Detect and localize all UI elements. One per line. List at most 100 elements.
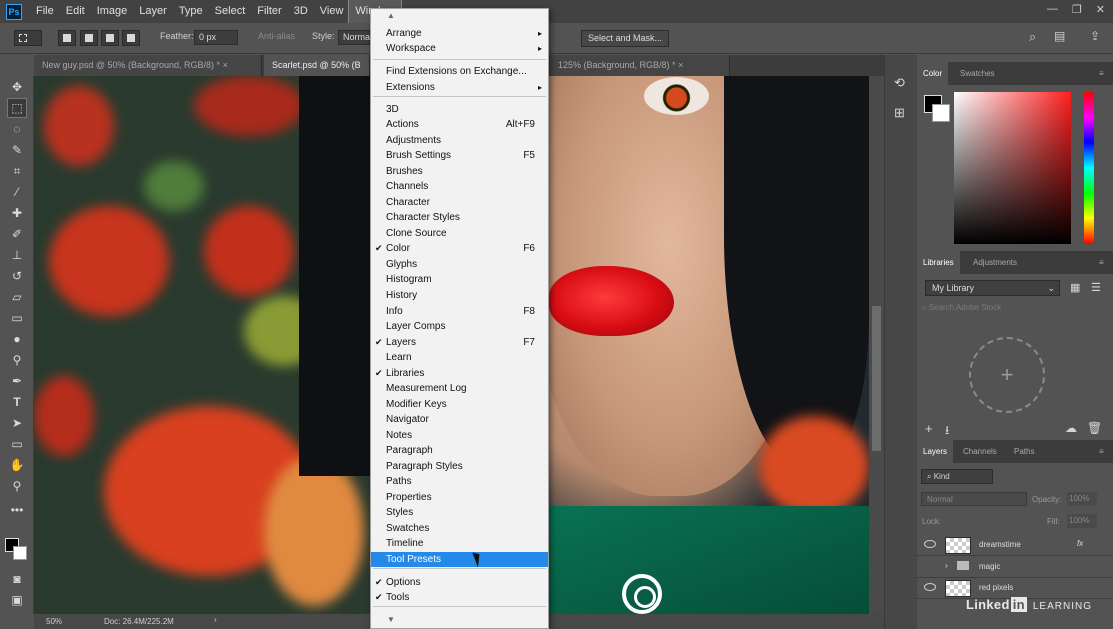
list-view-icon[interactable]: ☰ — [1091, 281, 1101, 294]
status-arrow-icon[interactable]: › — [214, 615, 217, 624]
more-tools-icon[interactable]: ••• — [8, 501, 26, 519]
layer-row[interactable]: dreamstime fx — [917, 535, 1113, 556]
menu-item-extensions[interactable]: Extensions ▸ — [371, 80, 548, 95]
menu-item-learn[interactable]: Learn — [371, 350, 548, 365]
eyedropper-tool-icon[interactable]: ⁄ — [8, 183, 26, 201]
workspace-icon[interactable]: ▤ — [1054, 29, 1065, 43]
menu-item-channels[interactable]: Channels — [371, 179, 548, 194]
menu-item-histogram[interactable]: Histogram — [371, 272, 548, 287]
menu-item-info[interactable]: Info F8 — [371, 304, 548, 319]
background-color-swatch[interactable] — [13, 546, 27, 560]
quick-mask-icon[interactable]: ◙ — [8, 570, 26, 588]
menu-type[interactable]: Type — [173, 0, 209, 23]
layer-filter-select[interactable]: ⌕ Kind — [921, 469, 993, 484]
menu-item-measurement-log[interactable]: Measurement Log — [371, 381, 548, 396]
menu-item-styles[interactable]: Styles — [371, 505, 548, 520]
menu-item-brushes[interactable]: Brushes — [371, 164, 548, 179]
trash-icon[interactable]: 🗑 — [1087, 421, 1102, 435]
menu-item-timeline[interactable]: Timeline — [371, 536, 548, 551]
blend-mode-select[interactable]: Normal — [921, 492, 1027, 506]
menu-item-paragraph[interactable]: Paragraph — [371, 443, 548, 458]
close-icon[interactable]: ✕ — [1096, 3, 1105, 16]
tab-paths[interactable]: Paths — [1008, 440, 1040, 463]
upload-icon[interactable]: ⭳ — [945, 421, 949, 442]
menu-item-find-extensions-on-exchange[interactable]: Find Extensions on Exchange... — [371, 64, 548, 79]
menu-item-character[interactable]: Character — [371, 195, 548, 210]
menu-scroll-up-icon[interactable]: ▲ — [387, 11, 395, 20]
menu-item-workspace[interactable]: Workspace ▸ — [371, 41, 548, 56]
menu-filter[interactable]: Filter — [251, 0, 287, 23]
menu-3d[interactable]: 3D — [288, 0, 314, 23]
new-selection-icon[interactable] — [58, 30, 76, 46]
tab-layers[interactable]: Layers — [917, 440, 954, 463]
path-select-tool-icon[interactable]: ➤ — [8, 414, 26, 432]
menu-view[interactable]: View — [314, 0, 350, 23]
cloud-sync-icon[interactable]: ☁ — [1065, 421, 1077, 435]
tab-adjustments[interactable]: Adjustments — [967, 251, 1023, 274]
minimize-icon[interactable]: — — [1047, 3, 1058, 16]
pen-tool-icon[interactable]: ✒ — [8, 372, 26, 390]
blur-tool-icon[interactable]: ● — [8, 330, 26, 348]
subtract-selection-icon[interactable] — [101, 30, 119, 46]
panel-menu-icon[interactable]: ≡ — [1093, 62, 1110, 85]
tab-libraries[interactable]: Libraries — [917, 251, 960, 274]
menu-item-3d[interactable]: 3D — [371, 102, 548, 117]
menu-item-color[interactable]: ✔ Color F6 — [371, 241, 548, 256]
marquee-preset-button[interactable] — [14, 30, 42, 46]
library-add-icon[interactable]: + — [969, 337, 1045, 413]
brush-tool-icon[interactable]: ✐ — [8, 225, 26, 243]
menu-item-arrange[interactable]: Arrange ▸ — [371, 26, 548, 41]
healing-brush-tool-icon[interactable]: ✚ — [8, 204, 26, 222]
history-brush-tool-icon[interactable]: ↺ — [8, 267, 26, 285]
crop-tool-icon[interactable]: ⌗ — [8, 162, 26, 180]
marquee-tool-icon[interactable]: ⬚ — [7, 98, 27, 118]
menu-file[interactable]: File — [30, 0, 60, 23]
rectangle-tool-icon[interactable]: ▭ — [8, 435, 26, 453]
panel-menu-icon[interactable]: ≡ — [1093, 440, 1110, 463]
eye-icon[interactable] — [924, 540, 936, 548]
select-and-mask-button[interactable]: Select and Mask... — [581, 30, 669, 47]
canvas-vertical-scrollbar[interactable] — [869, 76, 884, 614]
fx-icon[interactable]: fx — [1077, 539, 1083, 548]
opacity-input[interactable]: 100% — [1067, 492, 1097, 506]
menu-item-navigator[interactable]: Navigator — [371, 412, 548, 427]
menu-item-tools[interactable]: ✔ Tools — [371, 590, 548, 605]
restore-icon[interactable]: ❐ — [1072, 3, 1082, 16]
menu-item-adjustments[interactable]: Adjustments — [371, 133, 548, 148]
menu-item-layer-comps[interactable]: Layer Comps — [371, 319, 548, 334]
adobe-stock-search-input[interactable]: ⌕ Search Adobe Stock — [922, 303, 1102, 313]
anti-alias-checkbox[interactable]: Anti-alias — [258, 31, 295, 41]
layer-row[interactable]: › magic — [917, 557, 1113, 578]
color-picker-field[interactable] — [954, 92, 1071, 244]
intersect-selection-icon[interactable] — [122, 30, 140, 46]
gradient-tool-icon[interactable]: ▭ — [8, 309, 26, 327]
menu-item-libraries[interactable]: ✔ Libraries — [371, 366, 548, 381]
move-tool-icon[interactable]: ✥ — [8, 78, 26, 96]
menu-item-glyphs[interactable]: Glyphs — [371, 257, 548, 272]
layer-row[interactable]: red pixels — [917, 578, 1113, 599]
menu-item-layers[interactable]: ✔ Layers F7 — [371, 335, 548, 350]
style-select[interactable]: Normal — [338, 30, 372, 45]
search-icon[interactable]: ⌕ — [1029, 29, 1036, 45]
menu-select[interactable]: Select — [209, 0, 252, 23]
menu-item-paragraph-styles[interactable]: Paragraph Styles — [371, 459, 548, 474]
menu-layer[interactable]: Layer — [133, 0, 173, 23]
hue-slider[interactable] — [1084, 92, 1094, 244]
menu-item-properties[interactable]: Properties — [371, 490, 548, 505]
tab-color[interactable]: Color — [917, 62, 949, 85]
menu-item-modifier-keys[interactable]: Modifier Keys — [371, 397, 548, 412]
menu-scroll-down-icon[interactable]: ▼ — [387, 615, 395, 624]
tab-swatches[interactable]: Swatches — [954, 62, 1001, 85]
chevron-right-icon[interactable]: › — [945, 561, 948, 570]
menu-item-options[interactable]: ✔ Options — [371, 575, 548, 590]
menu-item-clone-source[interactable]: Clone Source — [371, 226, 548, 241]
menu-edit[interactable]: Edit — [60, 0, 91, 23]
menu-item-character-styles[interactable]: Character Styles — [371, 210, 548, 225]
zoom-level[interactable]: 50% — [46, 617, 62, 626]
tab-scarlet[interactable]: Scarlet.psd @ 50% (B — [264, 55, 370, 76]
menu-item-tool-presets[interactable]: Tool Presets — [371, 552, 548, 567]
grid-view-icon[interactable]: ▦ — [1070, 281, 1080, 294]
lasso-tool-icon[interactable]: ◌ — [8, 120, 26, 138]
fill-input[interactable]: 100% — [1067, 514, 1097, 528]
add-content-icon[interactable]: + — [925, 421, 933, 436]
